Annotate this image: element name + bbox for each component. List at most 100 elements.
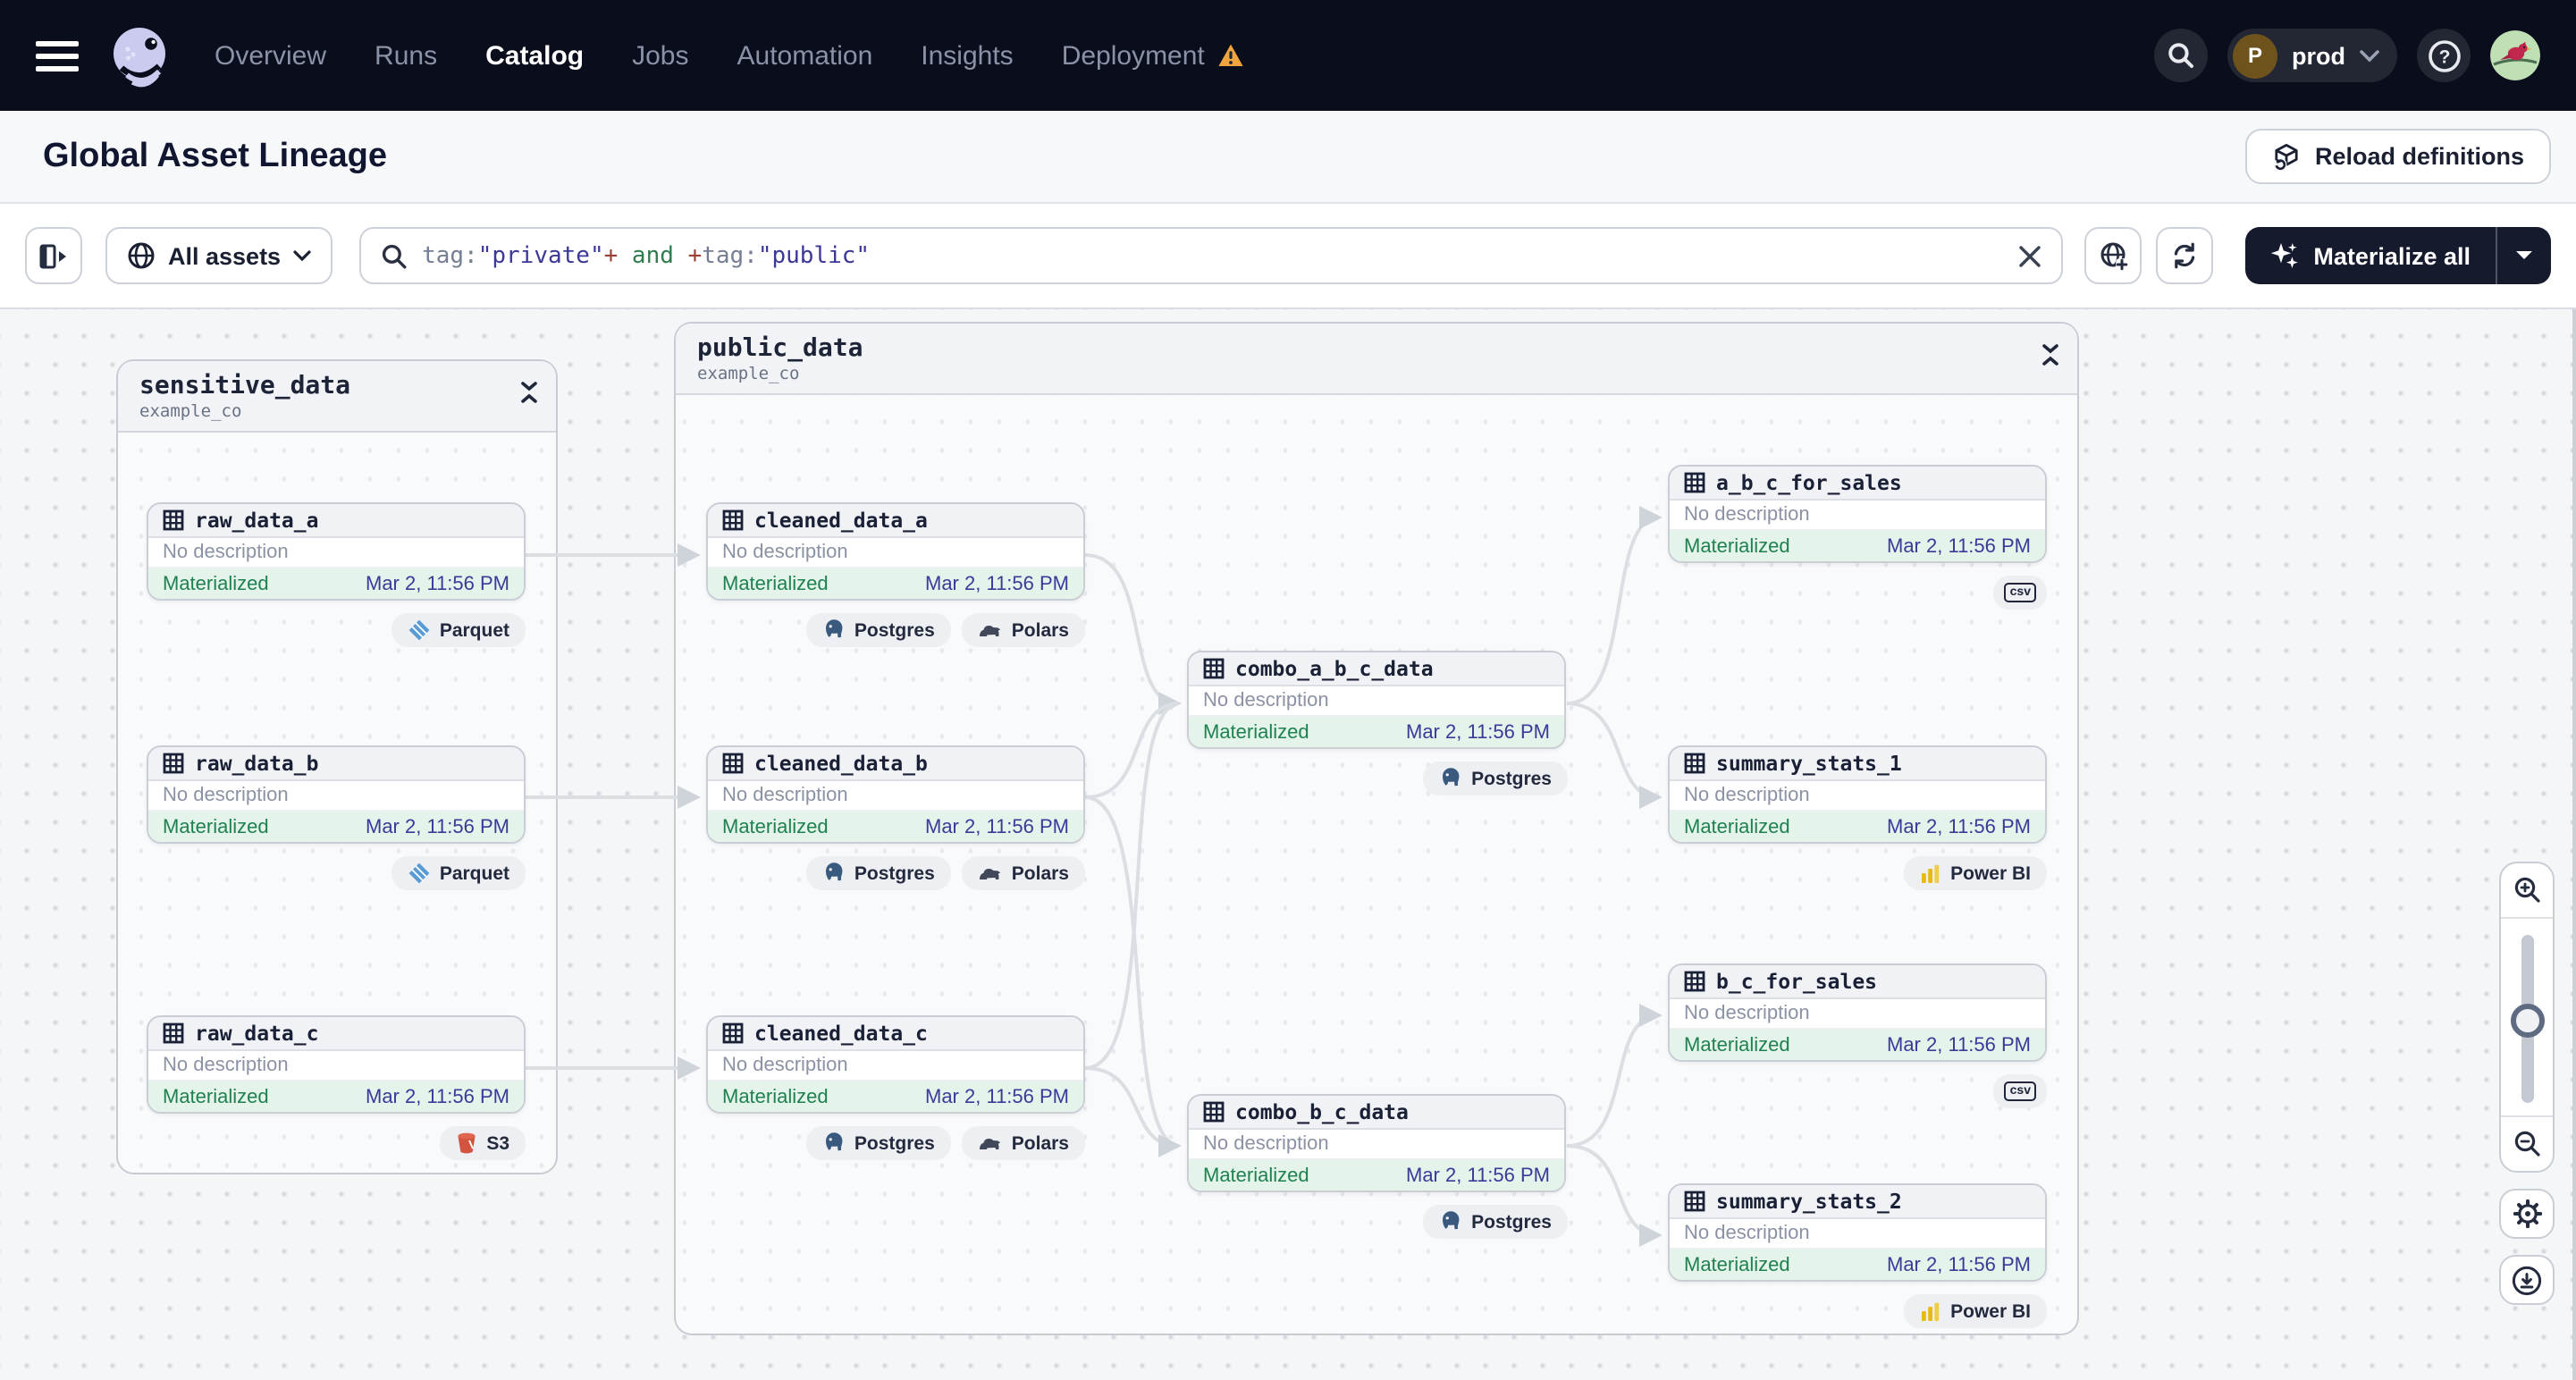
kind-badge-csv: csv (1993, 576, 2047, 610)
top-nav: Overview Runs Catalog Jobs Automation In… (0, 0, 2576, 111)
asset-name: raw_data_b (195, 751, 319, 776)
zoom-out-button[interactable] (2501, 1117, 2553, 1171)
badge-row: Power BI (1904, 856, 2047, 890)
asset-node-summary-stats-2[interactable]: summary_stats_2 No description Materiali… (1668, 1183, 2047, 1282)
asset-node-combo-a-b-c-data[interactable]: combo_a_b_c_data No description Material… (1187, 651, 1566, 749)
asset-node-raw-data-c[interactable]: raw_data_c No description Materialized Ma… (147, 1015, 526, 1114)
table-icon (163, 1022, 184, 1044)
asset-timestamp: Mar 2, 11:56 PM (366, 573, 509, 594)
page-title: Global Asset Lineage (43, 137, 388, 174)
zoom-in-button[interactable] (2501, 863, 2553, 917)
table-icon (722, 753, 744, 774)
lineage-edges (526, 506, 1663, 1247)
nav-item-insights[interactable]: Insights (921, 40, 1013, 71)
badge-row: Power BI (1904, 1294, 2047, 1328)
materialize-all-button[interactable]: Materialize all (2245, 227, 2496, 284)
asset-node-cleaned-data-c[interactable]: cleaned_data_c No description Materializ… (706, 1015, 1085, 1114)
open-panel-button[interactable] (25, 227, 82, 284)
parquet-icon (408, 619, 430, 641)
zoom-controls (2499, 862, 2555, 1305)
table-icon (722, 1022, 744, 1044)
table-icon (722, 509, 744, 531)
asset-node-raw-data-a[interactable]: raw_data_a No description Materialized Ma… (147, 502, 526, 601)
table-icon (1203, 1101, 1225, 1123)
asset-name: raw_data_a (195, 508, 319, 533)
asset-node-combo-b-c-data[interactable]: combo_b_c_data No description Materializ… (1187, 1094, 1566, 1192)
asset-node-a-b-c-for-sales[interactable]: a_b_c_for_sales No description Materiali… (1668, 465, 2047, 563)
download-icon (2512, 1265, 2542, 1295)
polars-icon (979, 869, 1000, 879)
panel-expand-icon (39, 243, 66, 268)
asset-node-cleaned-data-a[interactable]: cleaned_data_a No description Materializ… (706, 502, 1085, 601)
new-lineage-view-button[interactable] (2084, 227, 2142, 284)
nav-item-automation[interactable]: Automation (737, 40, 873, 71)
nav-item-overview[interactable]: Overview (215, 40, 326, 71)
lineage-canvas[interactable]: sensitive_data example_co public_data ex… (0, 309, 2576, 1380)
badge-row: Parquet (391, 613, 526, 647)
postgres-icon (1443, 1211, 1460, 1230)
asset-node-raw-data-b[interactable]: raw_data_b No description Materialized Ma… (147, 745, 526, 844)
nav-item-jobs[interactable]: Jobs (632, 40, 688, 71)
kind-badge-postgres: Postgres (805, 1126, 951, 1160)
env-label: prod (2292, 42, 2345, 69)
asset-node-summary-stats-1[interactable]: summary_stats_1 No description Materiali… (1668, 745, 2047, 844)
badge-row: csv (1993, 576, 2047, 610)
asset-search-input[interactable]: tag:"private"+ and +tag:"public" (359, 227, 2064, 284)
graph-settings-button[interactable] (2499, 1189, 2555, 1239)
postgres-icon (825, 1132, 843, 1151)
csv-icon: csv (2004, 1081, 2036, 1101)
asset-status: Materialized (163, 573, 269, 594)
kind-badge-powerbi: Power BI (1904, 856, 2047, 890)
nav-links: Overview Runs Catalog Jobs Automation In… (215, 40, 1244, 71)
globe-icon (128, 242, 155, 269)
asset-description: No description (148, 538, 524, 568)
table-icon (1684, 971, 1705, 992)
asset-node-b-c-for-sales[interactable]: b_c_for_sales No description Materialize… (1668, 963, 2047, 1062)
badge-row: Postgres (1423, 1205, 1568, 1239)
badge-row: csv (1993, 1074, 2047, 1108)
nav-item-runs[interactable]: Runs (375, 40, 437, 71)
download-image-button[interactable] (2499, 1255, 2555, 1305)
kind-badge-postgres: Postgres (1423, 1205, 1568, 1239)
menu-icon[interactable] (36, 40, 79, 71)
asset-node-cleaned-data-b[interactable]: cleaned_data_b No description Materializ… (706, 745, 1085, 844)
warning-icon (1218, 44, 1243, 66)
asset-description: No description (148, 781, 524, 812)
table-icon (1684, 753, 1705, 774)
materialize-options-button[interactable] (2497, 227, 2551, 284)
kind-badge-polars: Polars (961, 1126, 1085, 1160)
search-icon[interactable] (2154, 29, 2208, 82)
nav-item-catalog[interactable]: Catalog (485, 40, 584, 71)
kind-badge-postgres: Postgres (1423, 762, 1568, 795)
svg-text:?: ? (2438, 46, 2450, 66)
refresh-button[interactable] (2156, 227, 2214, 284)
badge-row: Postgres Polars (805, 1126, 1085, 1160)
help-icon[interactable]: ? (2417, 29, 2471, 82)
postgres-icon (825, 862, 843, 881)
kind-badge-postgres: Postgres (805, 613, 951, 647)
zoom-in-icon (2513, 877, 2539, 903)
kind-badge-postgres: Postgres (805, 856, 951, 890)
zoom-slider-handle[interactable] (2510, 1004, 2544, 1038)
dagster-logo-icon[interactable] (104, 20, 175, 91)
polars-icon (979, 626, 1000, 636)
badge-row: Postgres (1423, 762, 1568, 795)
chevron-down-icon (293, 250, 311, 261)
search-icon (382, 243, 407, 268)
zoom-slider[interactable] (2501, 917, 2553, 1117)
table-icon (1684, 472, 1705, 493)
clear-search-icon[interactable] (2018, 244, 2041, 267)
polars-icon (979, 1139, 1000, 1149)
asset-name: raw_data_c (195, 1021, 319, 1046)
powerbi-icon (1922, 1301, 1940, 1320)
asset-filter-dropdown[interactable]: All assets (105, 227, 333, 284)
kind-badge-s3: S3 (440, 1126, 526, 1160)
materialize-all-split-button: Materialize all (2245, 227, 2551, 284)
s3-icon (458, 1132, 476, 1154)
nav-item-deployment[interactable]: Deployment (1062, 40, 1244, 71)
kind-badge-parquet: Parquet (391, 613, 526, 647)
reload-definitions-button[interactable]: Reload definitions (2244, 129, 2551, 184)
deployment-switcher[interactable]: P prod (2227, 29, 2397, 82)
kind-badge-polars: Polars (961, 856, 1085, 890)
user-avatar[interactable] (2490, 30, 2540, 80)
